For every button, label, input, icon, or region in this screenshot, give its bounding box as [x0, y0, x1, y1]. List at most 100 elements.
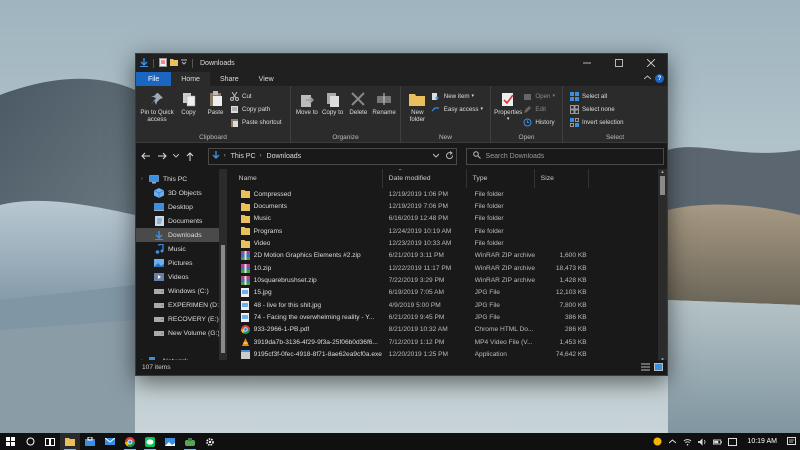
column-header-size[interactable]: Size	[535, 169, 589, 188]
address-dropdown-icon[interactable]	[432, 151, 439, 162]
task-view-icon[interactable]	[40, 433, 60, 450]
table-row[interactable]: Music 6/16/2019 12:48 PM File folder	[227, 213, 667, 225]
taskbar-clock[interactable]: 10:19 AM	[747, 438, 777, 445]
table-row[interactable]: Documents 12/19/2019 7:06 PM File folder	[227, 200, 667, 212]
sidebar-item-desktop[interactable]: Desktop	[136, 200, 227, 214]
emoji-icon[interactable]	[653, 437, 662, 446]
wifi-icon[interactable]	[683, 437, 692, 446]
tab-home[interactable]: Home	[171, 72, 210, 86]
sidebar-item-music[interactable]: Music	[136, 242, 227, 256]
select-all-button[interactable]: Select all	[569, 90, 628, 102]
ribbon-right-controls: ?	[643, 74, 664, 83]
select-none-button[interactable]: Select none	[569, 103, 628, 115]
sidebar-item-documents[interactable]: Documents	[136, 214, 227, 228]
file-list-scrollbar[interactable]: ▲ ▼	[658, 169, 667, 362]
file-type-cell: File folder	[474, 190, 504, 198]
sidebar-item-this-pc[interactable]: › This PC	[136, 172, 227, 186]
sidebar-item-pictures[interactable]: Pictures	[136, 256, 227, 270]
paste-shortcut-button[interactable]: Paste shortcut	[229, 116, 286, 128]
volume-icon[interactable]	[698, 437, 707, 446]
file-explorer-icon[interactable]	[60, 433, 80, 450]
expand-chevron-icon[interactable]: ›	[141, 176, 143, 182]
file-size-cell: 1,453 KB	[559, 338, 587, 346]
address-bar[interactable]: › This PC › Downloads	[207, 147, 457, 165]
sidebar-item-downloads[interactable]: Downloads	[136, 228, 227, 242]
large-icons-view-icon[interactable]	[654, 363, 663, 371]
easy-access-button[interactable]: Easy access ▾	[431, 103, 487, 115]
navigation-scrollbar-thumb[interactable]	[220, 245, 225, 353]
table-row[interactable]: 74 - Facing the overwhelming reality - Y…	[227, 311, 667, 323]
edit-button[interactable]: Edit	[522, 103, 559, 115]
history-button[interactable]: History	[522, 116, 559, 128]
file-type-cell: File folder	[474, 240, 504, 248]
table-row[interactable]: 48 - live for this shit.jpg 4/9/2019 5:00…	[227, 299, 667, 311]
table-row[interactable]: 9195cf3f-0fec-4918-8f71-8ae62ea9cf0a.exe…	[227, 348, 667, 360]
table-row[interactable]: Compressed 12/19/2019 1:06 PM File folder	[227, 188, 667, 200]
navigation-scrollbar[interactable]	[218, 169, 227, 362]
tab-view[interactable]: View	[249, 72, 284, 86]
sidebar-item-windows-c[interactable]: Windows (C:)	[136, 284, 227, 298]
collapse-ribbon-icon[interactable]	[643, 75, 652, 82]
language-icon[interactable]	[728, 437, 738, 446]
table-row[interactable]: Programs 12/24/2019 10:19 AM File folder	[227, 225, 667, 237]
sidebar-item-label: EXPERIMEN (D:)	[168, 301, 222, 309]
notifications-icon[interactable]	[787, 437, 796, 446]
table-row[interactable]: Video 12/23/2019 10:33 AM File folder	[227, 237, 667, 249]
table-row[interactable]: 10.zip 12/22/2019 11:17 PM WinRAR ZIP arch…	[227, 262, 667, 274]
new-item-button[interactable]: New item ▾	[431, 90, 487, 102]
photos-icon[interactable]	[160, 433, 180, 450]
properties-dropdown-icon: ▾	[506, 116, 510, 122]
search-box[interactable]	[465, 147, 665, 165]
store-icon[interactable]	[80, 433, 100, 450]
column-header-date[interactable]: Date modified	[383, 169, 467, 188]
sidebar-item-recovery-e[interactable]: RECOVERY (E:)	[136, 312, 227, 326]
breadcrumb-this-pc[interactable]: This PC	[231, 153, 256, 160]
line-icon[interactable]	[140, 433, 160, 450]
file-list-scrollbar-thumb[interactable]	[660, 176, 665, 195]
sidebar-item-videos[interactable]: Videos	[136, 270, 227, 284]
details-view-icon[interactable]	[641, 363, 650, 371]
tab-share[interactable]: Share	[210, 72, 249, 86]
settings-icon[interactable]	[200, 433, 220, 450]
refresh-icon[interactable]	[445, 150, 454, 162]
table-row[interactable]: 2D Motion Graphics Elements #2.zip 6/21/2…	[227, 250, 667, 262]
table-row[interactable]: 3919da7b-3136-4f29-9f3a-25f06b0d36f6... 7…	[227, 336, 667, 348]
close-icon[interactable]	[635, 54, 667, 72]
open-button[interactable]: Open ▾	[522, 90, 559, 102]
help-icon[interactable]: ?	[655, 74, 664, 83]
up-arrow-icon[interactable]	[183, 148, 197, 164]
column-header-name[interactable]: Name	[233, 169, 383, 188]
sidebar-item-new-volume-g[interactable]: New Volume (G:)	[136, 326, 227, 340]
xbox-icon[interactable]	[180, 433, 200, 450]
properties-qat-icon[interactable]	[159, 57, 167, 69]
scroll-up-icon[interactable]: ▲	[658, 169, 667, 174]
table-row[interactable]: 10squarebrushset.zip 7/22/2019 3:29 PM Win…	[227, 274, 667, 286]
select-none-icon	[569, 104, 579, 114]
new-folder-qat-icon[interactable]	[170, 58, 178, 68]
sidebar-item-experimen-d[interactable]: EXPERIMEN (D:)	[136, 298, 227, 312]
cut-button[interactable]: Cut	[229, 90, 286, 102]
table-row[interactable]: 15.jpg 6/19/2019 7:05 AM JPG File 12,103 KB	[227, 287, 667, 299]
drive-icon	[154, 314, 164, 324]
column-header-type[interactable]: Type	[467, 169, 535, 188]
back-arrow-icon[interactable]	[139, 148, 153, 164]
battery-icon[interactable]	[713, 437, 723, 446]
table-row[interactable]: 933-2966-1-PB.pdf 8/21/2019 10:32 AM Chrom…	[227, 324, 667, 336]
qat-customize-icon[interactable]	[181, 59, 187, 67]
tab-file[interactable]: File	[136, 72, 172, 86]
mail-icon[interactable]	[100, 433, 120, 450]
sidebar-item-3d-objects[interactable]: 3D Objects	[136, 186, 227, 200]
breadcrumb-downloads[interactable]: Downloads	[267, 153, 302, 160]
chrome-icon[interactable]	[120, 433, 140, 450]
recent-locations-icon[interactable]	[172, 148, 180, 164]
search-icon[interactable]	[20, 433, 40, 450]
copy-path-button[interactable]: Copy path	[229, 103, 286, 115]
file-type-cell: File folder	[474, 227, 504, 235]
maximize-icon[interactable]	[603, 54, 635, 72]
show-hidden-icons-icon[interactable]	[668, 437, 677, 446]
invert-selection-button[interactable]: Invert selection	[569, 116, 628, 128]
minimize-icon[interactable]	[571, 54, 603, 72]
forward-arrow-icon[interactable]	[156, 148, 170, 164]
windows-start-icon[interactable]	[0, 433, 20, 450]
search-input[interactable]	[485, 152, 656, 160]
